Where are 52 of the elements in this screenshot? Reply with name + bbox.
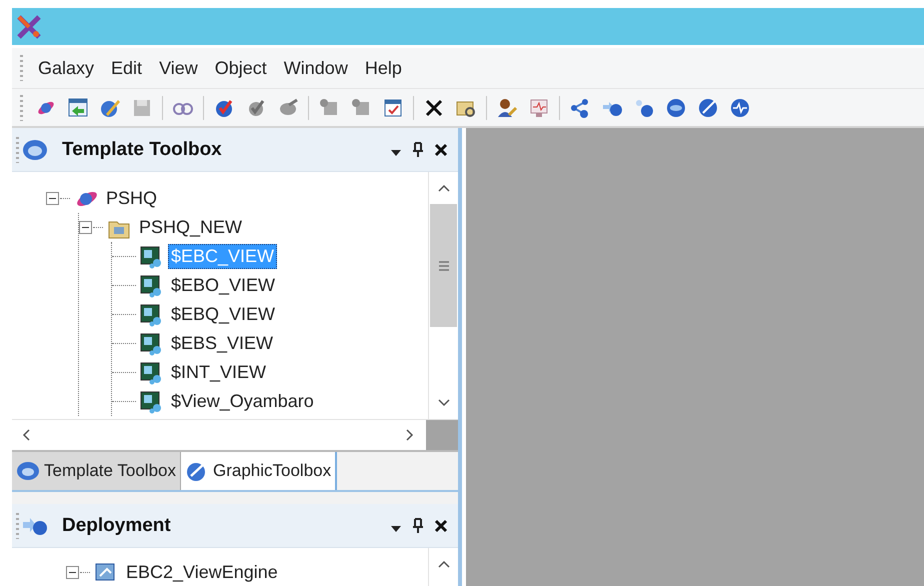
template-icon <box>139 244 163 268</box>
panel-tab[interactable]: GraphicToolbox <box>181 452 338 490</box>
scrollbar-corner <box>426 420 458 450</box>
tree-item[interactable]: PSHQ <box>103 186 160 211</box>
dropdown-icon[interactable] <box>390 148 402 156</box>
app-logo-icon <box>16 14 42 40</box>
checklist-icon[interactable] <box>382 96 404 118</box>
scroll-left-icon[interactable] <box>22 429 30 441</box>
close-icon[interactable] <box>434 518 448 532</box>
template-icon <box>139 390 163 414</box>
dropdown-icon[interactable] <box>390 524 402 532</box>
sphere-icon[interactable] <box>665 96 687 118</box>
scrollbar-thumb[interactable] <box>430 204 457 327</box>
collapse-toggle[interactable] <box>79 221 92 234</box>
monitor-chart-icon[interactable] <box>528 96 550 118</box>
grip-icon <box>438 260 450 270</box>
tree-item[interactable]: $INT_VIEW <box>168 360 270 385</box>
collapse-toggle[interactable] <box>46 192 59 205</box>
template-icon <box>139 274 163 298</box>
panel-tab[interactable]: Template Toolbox <box>12 452 181 490</box>
menu-item[interactable]: View <box>158 56 199 80</box>
menu-item[interactable]: Help <box>364 56 403 80</box>
menu-item[interactable]: Window <box>282 56 349 80</box>
scroll-up-icon[interactable] <box>438 184 450 192</box>
menu-item[interactable]: Galaxy <box>37 56 96 80</box>
pin-icon[interactable] <box>412 142 424 158</box>
tree-item[interactable]: $View_Oyambaro <box>168 389 317 414</box>
user-tools-icon[interactable] <box>496 96 518 118</box>
globe-wave-icon[interactable] <box>729 96 751 118</box>
window-icon[interactable] <box>67 96 89 118</box>
tree-item[interactable]: $EBS_VIEW <box>168 331 276 356</box>
network-icon[interactable] <box>569 96 591 118</box>
template-icon <box>139 332 163 356</box>
scroll-right-icon[interactable] <box>406 429 414 441</box>
pencil-sphere-icon[interactable] <box>697 96 719 118</box>
menu-item[interactable]: Object <box>214 56 268 80</box>
sphere-icon <box>16 460 40 482</box>
pin-icon[interactable] <box>412 518 424 534</box>
menu-item[interactable]: Edit <box>110 56 144 80</box>
scroll-up-icon[interactable] <box>438 560 450 568</box>
tree-item[interactable]: $EBO_VIEW <box>168 273 278 298</box>
collapse-toggle[interactable] <box>66 566 79 579</box>
tree-item[interactable]: PSHQ_NEW <box>136 215 246 240</box>
panel-title: Template Toolbox <box>62 138 223 160</box>
panel-title: Deployment <box>62 514 172 536</box>
close-icon[interactable] <box>434 142 448 156</box>
sphere-icon <box>22 138 48 160</box>
template-icon <box>139 360 163 384</box>
tree-item[interactable]: $EBQ_VIEW <box>168 302 278 327</box>
template-icon <box>139 302 163 326</box>
vertical-scrollbar[interactable] <box>428 172 458 419</box>
scroll-down-icon[interactable] <box>438 399 450 407</box>
